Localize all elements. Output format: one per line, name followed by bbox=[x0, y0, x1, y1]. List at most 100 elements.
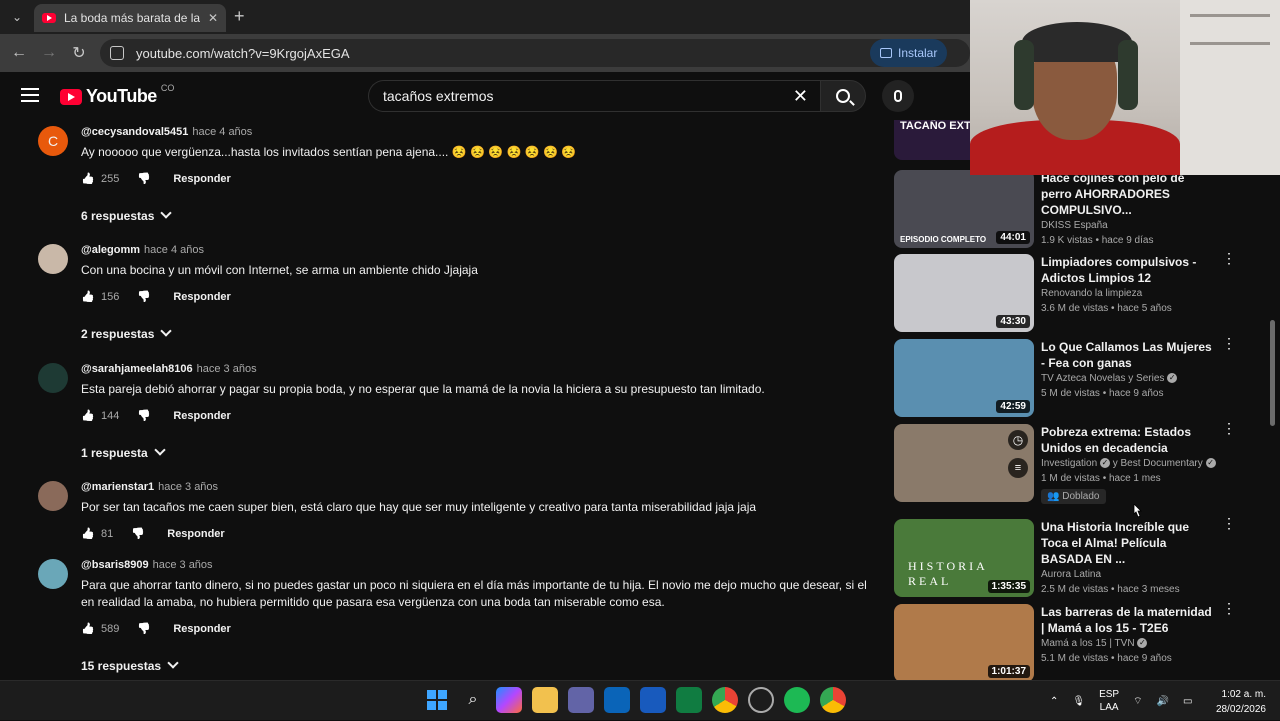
video-thumbnail[interactable]: EPISODIO COMPLETO 44:01 bbox=[894, 170, 1034, 248]
channel-name[interactable]: TV Azteca Novelas y Series ✓ bbox=[1041, 373, 1216, 384]
comment-author[interactable]: @marienstar1 bbox=[81, 481, 154, 493]
avatar[interactable] bbox=[38, 244, 68, 274]
dislike-icon[interactable] bbox=[137, 409, 151, 423]
dislike-icon[interactable] bbox=[137, 622, 151, 636]
word-icon[interactable] bbox=[640, 687, 666, 713]
more-options-icon[interactable] bbox=[1222, 256, 1226, 261]
wifi-icon[interactable]: ⌔ bbox=[1133, 695, 1142, 708]
channel-name[interactable]: Renovando la limpieza bbox=[1041, 288, 1216, 299]
new-tab-icon[interactable]: + bbox=[234, 6, 245, 27]
like-icon[interactable] bbox=[81, 622, 95, 636]
youtube-logo[interactable]: YouTube CO bbox=[60, 83, 174, 107]
video-title[interactable]: Limpiadores compulsivos - Adictos Limpio… bbox=[1041, 254, 1216, 286]
related-video[interactable]: 1:01:37 Las barreras de la maternidad | … bbox=[894, 604, 1234, 680]
watch-later-icon[interactable]: ◷ bbox=[1008, 430, 1028, 450]
add-to-queue-icon[interactable]: ≡ bbox=[1008, 458, 1028, 478]
clear-search-icon[interactable]: ✕ bbox=[793, 86, 808, 107]
dislike-icon[interactable] bbox=[131, 527, 145, 541]
show-replies-button[interactable]: 2 respuestas bbox=[81, 325, 871, 341]
more-options-icon[interactable] bbox=[1222, 521, 1226, 526]
channel-name[interactable]: DKISS España bbox=[1041, 220, 1216, 231]
address-bar[interactable]: youtube.com/watch?v=9KrgojAxEGA bbox=[100, 39, 970, 67]
show-hidden-icons-icon[interactable]: ⌃ bbox=[1050, 696, 1058, 707]
file-explorer-icon[interactable] bbox=[532, 687, 558, 713]
related-video[interactable]: 42:59 Lo Que Callamos Las Mujeres - Fea … bbox=[894, 339, 1234, 419]
page-scrollbar[interactable] bbox=[1267, 120, 1277, 680]
video-title[interactable]: Lo Que Callamos Las Mujeres - Fea con ga… bbox=[1041, 339, 1216, 371]
menu-icon[interactable] bbox=[21, 88, 39, 102]
like-icon[interactable] bbox=[81, 409, 95, 423]
teams-icon[interactable] bbox=[568, 687, 594, 713]
comment-time[interactable]: hace 4 años bbox=[192, 126, 252, 138]
chrome-profile-icon[interactable] bbox=[820, 687, 846, 713]
reply-button[interactable]: Responder bbox=[173, 291, 230, 303]
more-options-icon[interactable] bbox=[1222, 426, 1226, 431]
reply-button[interactable]: Responder bbox=[167, 528, 224, 540]
avatar[interactable]: C bbox=[38, 126, 68, 156]
copilot-icon[interactable] bbox=[496, 687, 522, 713]
install-app-button[interactable]: Instalar bbox=[870, 39, 948, 67]
show-replies-button[interactable]: 15 respuestas bbox=[81, 657, 871, 673]
like-icon[interactable] bbox=[81, 172, 95, 186]
related-video[interactable]: HISTORIA REAL 1:35:35 Una Historia Incre… bbox=[894, 519, 1234, 599]
more-options-icon[interactable] bbox=[1222, 606, 1226, 611]
reload-icon[interactable]: ↻ bbox=[68, 42, 90, 64]
search-input[interactable]: tacaños extremos ✕ bbox=[368, 80, 820, 112]
comment-time[interactable]: hace 4 años bbox=[144, 244, 204, 256]
comment-time[interactable]: hace 3 años bbox=[158, 481, 218, 493]
video-thumbnail[interactable]: 42:59 bbox=[894, 339, 1034, 417]
obs-icon[interactable] bbox=[748, 687, 774, 713]
avatar[interactable] bbox=[38, 363, 68, 393]
volume-icon[interactable]: 🔊 bbox=[1157, 696, 1169, 707]
video-thumbnail[interactable]: HISTORIA REAL 1:35:35 bbox=[894, 519, 1034, 597]
channel-name[interactable]: Investigation ✓ y Best Documentary ✓ bbox=[1041, 458, 1216, 469]
video-thumbnail[interactable]: ◷ ≡ bbox=[894, 424, 1034, 502]
related-video[interactable]: EPISODIO COMPLETO 44:01 Hace cojines con… bbox=[894, 170, 1234, 250]
video-title[interactable]: Pobreza extrema: Estados Unidos en decad… bbox=[1041, 424, 1216, 456]
show-replies-button[interactable]: 6 respuestas bbox=[81, 207, 871, 223]
show-replies-button[interactable]: 1 respuesta bbox=[81, 444, 871, 460]
search-button[interactable] bbox=[820, 80, 866, 112]
reply-button[interactable]: Responder bbox=[173, 623, 230, 635]
voice-search-button[interactable] bbox=[882, 80, 914, 112]
dislike-icon[interactable] bbox=[137, 172, 151, 186]
forward-icon[interactable]: → bbox=[38, 42, 60, 64]
language-indicator[interactable]: ESP LAA bbox=[1099, 688, 1119, 714]
comment-author[interactable]: @sarahjameelah8106 bbox=[81, 363, 193, 375]
outlook-icon[interactable] bbox=[604, 687, 630, 713]
reply-button[interactable]: Responder bbox=[173, 173, 230, 185]
video-thumbnail[interactable]: 43:30 bbox=[894, 254, 1034, 332]
tab-search-icon[interactable]: ⌄ bbox=[6, 6, 28, 28]
tab-close-icon[interactable]: ✕ bbox=[208, 11, 218, 25]
like-icon[interactable] bbox=[81, 527, 95, 541]
related-video[interactable]: ◷ ≡ Pobreza extrema: Estados Unidos en d… bbox=[894, 424, 1234, 514]
more-options-icon[interactable] bbox=[1222, 341, 1226, 346]
video-title[interactable]: Hace cojines con pelo de perro AHORRADOR… bbox=[1041, 170, 1216, 218]
reply-button[interactable]: Responder bbox=[173, 410, 230, 422]
site-info-icon[interactable] bbox=[110, 46, 124, 60]
comment-time[interactable]: hace 3 años bbox=[153, 559, 213, 571]
scrollbar-thumb[interactable] bbox=[1270, 320, 1275, 426]
video-title[interactable]: Las barreras de la maternidad | Mamá a l… bbox=[1041, 604, 1216, 636]
browser-tab[interactable]: La boda más barata de la histor ✕ bbox=[34, 4, 226, 32]
like-icon[interactable] bbox=[81, 290, 95, 304]
dislike-icon[interactable] bbox=[137, 290, 151, 304]
excel-icon[interactable] bbox=[676, 687, 702, 713]
avatar[interactable] bbox=[38, 559, 68, 589]
comment-author[interactable]: @cecysandoval5451 bbox=[81, 126, 188, 138]
avatar[interactable] bbox=[38, 481, 68, 511]
channel-name[interactable]: Mamá a los 15 | TVN ✓ bbox=[1041, 638, 1216, 649]
microphone-tray-icon[interactable]: 🎙 bbox=[1072, 696, 1085, 707]
comment-time[interactable]: hace 3 años bbox=[197, 363, 257, 375]
related-video[interactable]: 43:30 Limpiadores compulsivos - Adictos … bbox=[894, 254, 1234, 334]
spotify-icon[interactable] bbox=[784, 687, 810, 713]
channel-name[interactable]: Aurora Latina bbox=[1041, 569, 1216, 580]
comment-author[interactable]: @bsaris8909 bbox=[81, 559, 149, 571]
video-thumbnail[interactable]: 1:01:37 bbox=[894, 604, 1034, 680]
chrome-icon[interactable] bbox=[712, 687, 738, 713]
search-icon[interactable]: ⌕ bbox=[460, 687, 486, 713]
windows-start-icon[interactable] bbox=[424, 687, 450, 713]
battery-icon[interactable]: ▭ bbox=[1183, 696, 1192, 707]
back-icon[interactable]: ← bbox=[8, 42, 30, 64]
video-title[interactable]: Una Historia Increíble que Toca el Alma!… bbox=[1041, 519, 1216, 567]
